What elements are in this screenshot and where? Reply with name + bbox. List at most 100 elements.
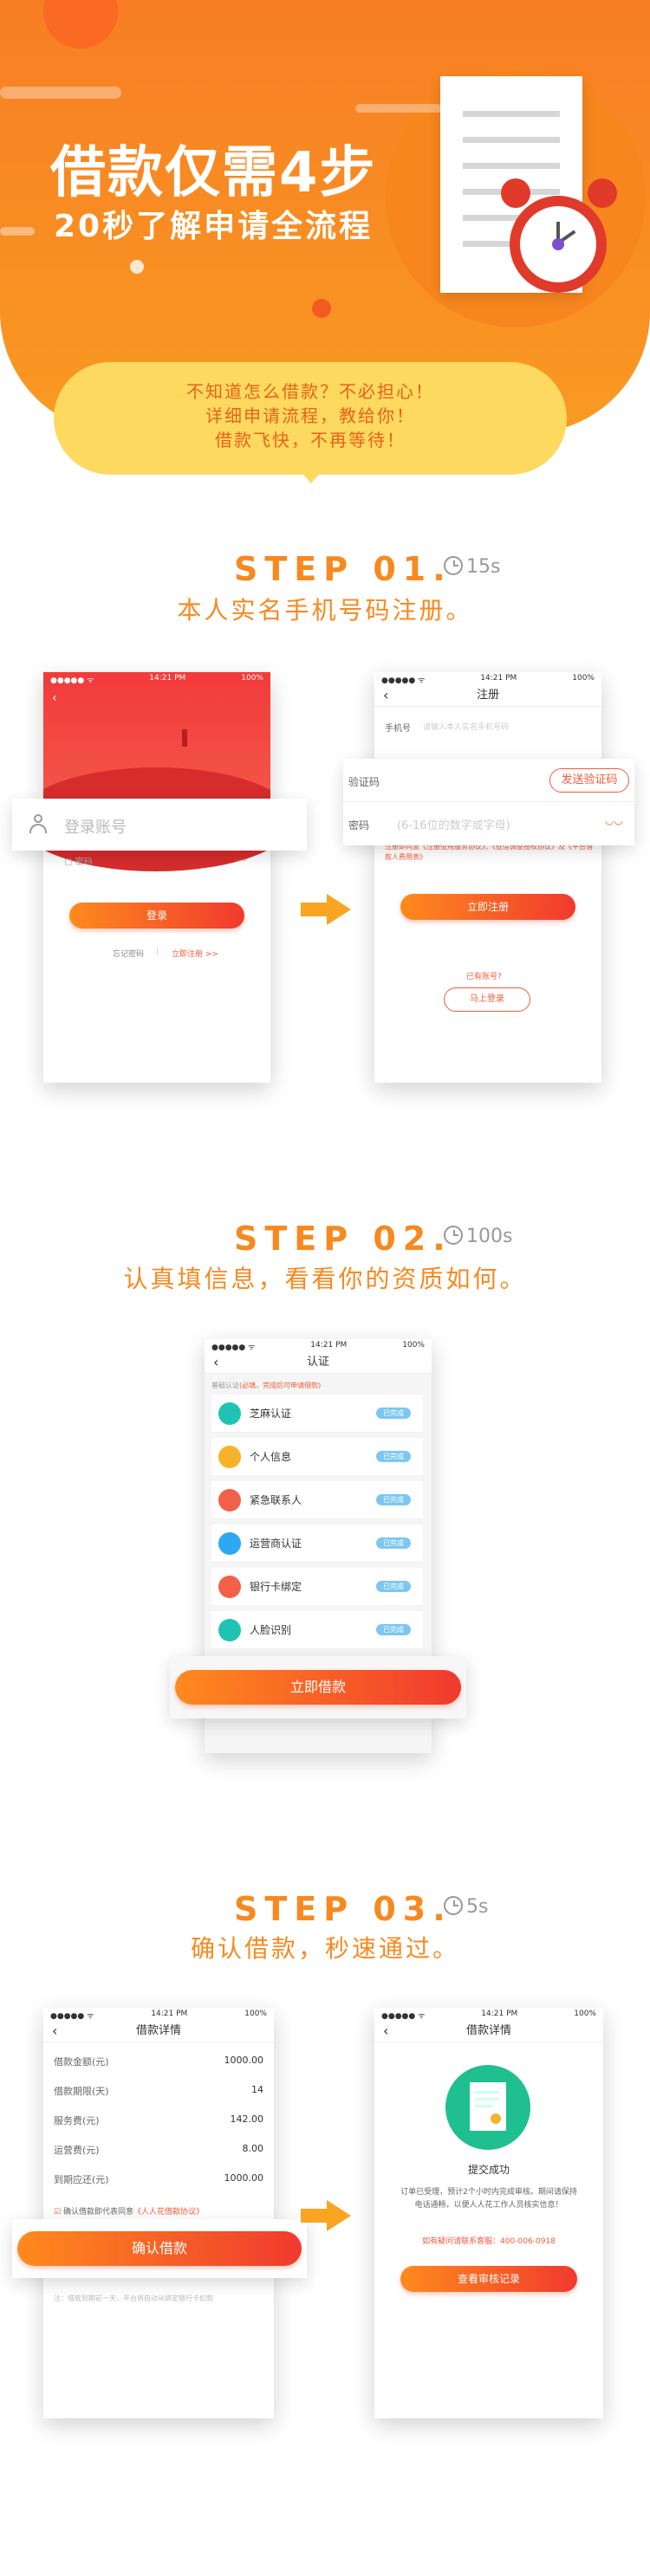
login-header-bg: ●●●●● ᯤ 14:21 PM 100% ‹ (43, 672, 270, 871)
password-row[interactable]: ▢ 密码 (64, 854, 93, 867)
step3-title: STEP 03. (234, 1890, 452, 1928)
battery-indicator: 100% (402, 1341, 425, 1349)
back-icon[interactable]: ‹ (52, 2020, 57, 2042)
status-bar: ●●●●● ᯤ 14:21 PM 100% (43, 2008, 274, 2021)
row-label: 借款期限(天) (54, 2086, 109, 2097)
loan-row: 借款期限(天) 14 (43, 2084, 274, 2098)
cert-item-contact[interactable]: 紧急联系人 已完成 (211, 1481, 423, 1519)
hero-subtitle: 20秒了解申请全流程 (54, 209, 374, 244)
pwd-row[interactable]: 密码 (348, 816, 369, 832)
row-label: 借款金额(元) (54, 2056, 109, 2068)
login-button[interactable]: 登录 (69, 903, 244, 929)
forgot-password-link[interactable]: 忘记密码 (113, 948, 144, 959)
nav-bar: ‹ 认证 (205, 1351, 432, 1374)
cert-item-zhima[interactable]: 芝麻认证 已完成 (211, 1395, 423, 1433)
view-review-button[interactable]: 查看审核记录 (400, 2266, 577, 2292)
decor-streak (0, 87, 121, 99)
bubble-line: 不知道怎么借款？不必担心！ (186, 381, 434, 402)
phone-label: 手机号 (385, 724, 411, 734)
divider: | (156, 947, 159, 955)
step2-time-value: 100s (466, 1226, 513, 1247)
status-badge: 已完成 (376, 1494, 411, 1505)
cert-item-label: 紧急联系人 (250, 1494, 302, 1506)
battery-indicator: 100% (574, 2010, 596, 2018)
account-input-card[interactable]: 登录账号 (12, 799, 307, 851)
cert-item-label: 个人信息 (250, 1451, 292, 1463)
send-code-button[interactable]: 发送验证码 (549, 768, 629, 793)
phone-input[interactable]: 请输入本人实名手机号码 (423, 721, 509, 732)
cert-item-carrier[interactable]: 运营商认证 已完成 (211, 1524, 423, 1563)
agree-checkbox[interactable]: ☑ 确认借款即代表同意《人人花借款协议》 (54, 2205, 204, 2217)
confirm-borrow-button[interactable]: 确认借款 (17, 2231, 302, 2266)
status-badge: 已完成 (376, 1624, 411, 1635)
cert-item-face[interactable]: 人脸识别 已完成 (211, 1611, 423, 1649)
register-link[interactable]: 立即注册 >> (172, 948, 218, 959)
battery-indicator: 100% (572, 674, 595, 683)
status-bar: ●●●●● ᯤ 14:21 PM 100% (43, 672, 270, 685)
hotline-text[interactable]: 如有疑问请联系客服：400-006-0918 (374, 2235, 603, 2246)
page: 借款仅需4步 20秒了解申请全流程 不知道怎么借款？不必担心！ 详细申请流程，教… (0, 0, 650, 2576)
bankcard-icon (218, 1575, 241, 1598)
agree-text: 确认借款即代表同意 (62, 2208, 133, 2217)
nav-bar: ‹ 注册 (374, 684, 601, 707)
register-screen: ●●●●● ᯤ 14:21 PM 100% ‹ 注册 手机号 请输入本人实名手机号码 … (374, 672, 601, 1083)
have-account-text: 已有账号? (466, 973, 502, 981)
clock-icon (444, 1896, 463, 1915)
decor-dot (312, 299, 331, 318)
cert-item-bankcard[interactable]: 银行卡绑定 已完成 (211, 1568, 423, 1606)
loan-detail-screen: ●●●●● ᯤ 14:21 PM 100% ‹ 借款详情 借款金额(元) 1000.00… (43, 2008, 274, 2418)
user-icon (29, 814, 47, 833)
pwd-label: 密码 (348, 819, 370, 832)
code-row: 验证码 发送验证码 (343, 759, 634, 802)
step2-time: 100s (444, 1226, 512, 1247)
step1-time: 15s (444, 556, 500, 578)
code-password-card: 验证码 发送验证码 密码 (6-16位的数字或字母) ◡◡ (343, 759, 634, 845)
status-time: 14:21 PM (480, 674, 517, 683)
borrow-button-card: 立即借款 (170, 1656, 466, 1718)
login-screen: ●●●●● ᯤ 14:21 PM 100% ‹ ▢ 密码 ◡◡ 登录 忘记密码 | … (43, 672, 270, 1083)
checkbox-icon: ☑ (54, 2208, 62, 2217)
register-button[interactable]: 立即注册 (400, 894, 575, 920)
code-label: 验证码 (348, 776, 380, 788)
row-label: 服务费(元) (54, 2115, 100, 2126)
row-value: 14 (251, 2084, 263, 2095)
step3-time: 5s (444, 1896, 488, 1918)
signal-indicator: ●●●●● ᯤ (381, 676, 426, 685)
eye-icon[interactable]: ◡◡ (234, 854, 248, 863)
bubble-line: 详细申请流程，教给你！ (205, 405, 415, 426)
bubble-tail (297, 468, 325, 483)
loan-row: 服务费(元) 142.00 (43, 2113, 274, 2127)
row-value: 1000.00 (224, 2172, 264, 2184)
eye-icon[interactable]: ◡◡ (605, 814, 623, 826)
agreement-link[interactable]: 《人人花借款协议》 (133, 2208, 204, 2217)
success-heading: 提交成功 (467, 2164, 510, 2176)
alarm-bell-left (501, 178, 530, 208)
borrow-now-button[interactable]: 立即借款 (175, 1670, 461, 1705)
status-bar: ●●●●● ᯤ 14:21 PM 100% (374, 2008, 603, 2021)
status-time: 14:21 PM (310, 1341, 348, 1349)
signal-indicator: ●●●●● ᯤ (381, 2012, 426, 2021)
back-icon[interactable]: ‹ (383, 2020, 388, 2042)
login-now-button[interactable]: 马上登录 (444, 987, 530, 1012)
arrow-right-icon (301, 894, 353, 925)
cert-item-label: 芝麻认证 (250, 1408, 292, 1420)
back-icon[interactable]: ‹ (52, 691, 57, 705)
battery-indicator: 100% (244, 2010, 267, 2018)
row-label: 运营费(元) (54, 2145, 100, 2156)
status-badge: 已完成 (376, 1408, 411, 1419)
row-label: 到期应还(元) (54, 2174, 109, 2185)
confirm-button-card: 确认借款 (12, 2219, 307, 2278)
pwd-placeholder: (6-16位的数字或字母) (397, 819, 510, 832)
account-placeholder: 登录账号 (64, 819, 127, 837)
nav-title: 借款详情 (465, 2024, 511, 2037)
cert-item-personal[interactable]: 个人信息 已完成 (211, 1438, 423, 1476)
cert-item-label: 运营商认证 (250, 1537, 302, 1550)
step1-desc: 本人实名手机号码注册。 (177, 596, 473, 625)
loan-row: 借款金额(元) 1000.00 (43, 2055, 274, 2068)
back-icon[interactable]: ‹ (213, 1351, 218, 1374)
back-icon[interactable]: ‹ (383, 684, 388, 707)
nav-title: 借款详情 (135, 2024, 181, 2037)
decor-circle (43, 0, 118, 49)
figure-illustration (182, 729, 187, 747)
intro-bubble: 不知道怎么借款？不必担心！ 详细申请流程，教给你！ 借款飞快，不再等待！ (54, 362, 567, 475)
